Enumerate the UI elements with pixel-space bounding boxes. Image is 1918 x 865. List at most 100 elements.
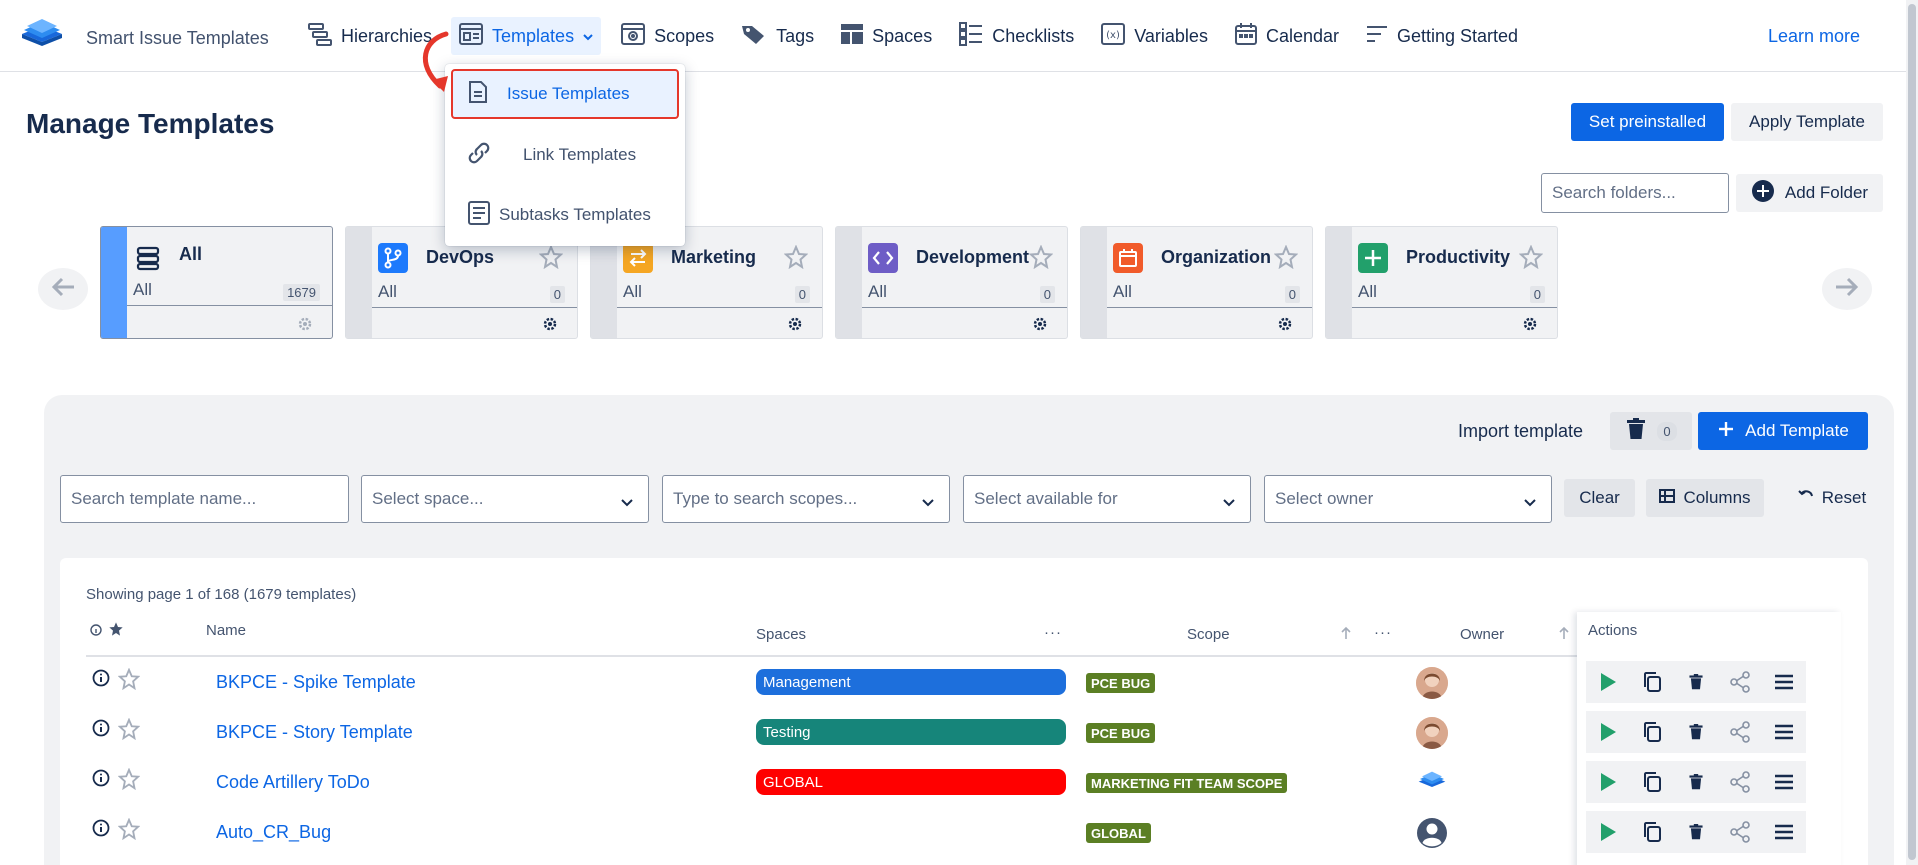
add-folder-label: Add Folder <box>1784 183 1869 202</box>
more-options-icon[interactable]: ··· <box>1374 624 1392 641</box>
copy-icon[interactable] <box>1630 711 1674 753</box>
star-icon[interactable] <box>1273 244 1299 274</box>
copy-icon[interactable] <box>1630 761 1674 803</box>
clear-filters-button[interactable]: Clear <box>1564 479 1635 517</box>
nav-variables[interactable]: (x) Variables <box>1093 17 1215 55</box>
import-template-link[interactable]: Import template <box>1458 421 1583 442</box>
page-scrollbar[interactable] <box>1906 0 1918 865</box>
scrollbar-thumb[interactable] <box>1908 4 1916 860</box>
nav-scopes[interactable]: Scopes <box>613 17 721 55</box>
chevron-down-icon <box>1523 493 1537 513</box>
menu-icon[interactable] <box>1762 811 1806 853</box>
nav-calendar[interactable]: Calendar <box>1227 17 1346 55</box>
nav-checklists[interactable]: Checklists <box>951 17 1081 55</box>
trash-icon[interactable] <box>1674 711 1718 753</box>
gear-icon[interactable] <box>541 315 559 338</box>
set-preinstalled-button[interactable]: Set preinstalled <box>1571 103 1724 141</box>
trash-icon[interactable] <box>1674 661 1718 703</box>
more-options-icon[interactable]: ··· <box>1044 624 1062 641</box>
add-template-button[interactable]: Add Template <box>1698 412 1868 450</box>
scopes-search-select[interactable]: Type to search scopes... <box>662 475 950 523</box>
add-folder-button[interactable]: Add Folder <box>1736 174 1883 212</box>
table-row[interactable]: BKPCE - Spike Template Management PCE BU… <box>86 657 1841 707</box>
trash-icon[interactable] <box>1674 811 1718 853</box>
template-name-link[interactable]: BKPCE - Spike Template <box>216 672 416 693</box>
star-icon[interactable] <box>1028 244 1054 274</box>
play-icon[interactable] <box>1586 711 1630 753</box>
reset-button[interactable]: Reset <box>1776 479 1888 517</box>
template-name-link[interactable]: Code Artillery ToDo <box>216 772 370 793</box>
info-icon[interactable] <box>92 669 110 692</box>
table-row[interactable]: Code Artillery ToDo GLOBAL MARKETING FIT… <box>86 757 1841 807</box>
nav-spaces[interactable]: Spaces <box>833 17 939 55</box>
sort-arrow-icon[interactable] <box>1558 626 1570 644</box>
learn-more-link[interactable]: Learn more <box>1768 26 1860 47</box>
info-icon[interactable] <box>92 769 110 792</box>
search-template-name-input[interactable]: Search template name... <box>60 475 349 523</box>
share-icon[interactable] <box>1718 711 1762 753</box>
copy-icon[interactable] <box>1630 661 1674 703</box>
reset-label: Reset <box>1821 488 1867 507</box>
star-icon[interactable] <box>1518 244 1544 274</box>
play-icon[interactable] <box>1586 811 1630 853</box>
info-icon[interactable] <box>92 719 110 742</box>
owner-select[interactable]: Select owner <box>1264 475 1552 523</box>
menu-icon[interactable] <box>1762 761 1806 803</box>
star-icon[interactable] <box>117 667 141 695</box>
star-icon[interactable] <box>783 244 809 274</box>
available-for-select[interactable]: Select available for <box>963 475 1251 523</box>
apply-template-button[interactable]: Apply Template <box>1731 103 1883 141</box>
star-icon[interactable] <box>117 717 141 745</box>
folder-card-all[interactable]: All All 1679 <box>100 226 333 339</box>
search-folders-input[interactable]: Search folders... <box>1541 173 1729 213</box>
menu-icon[interactable] <box>1762 661 1806 703</box>
folder-count: 0 <box>1529 286 1545 303</box>
copy-icon[interactable] <box>1630 811 1674 853</box>
info-icon[interactable] <box>92 819 110 842</box>
scope-badge: GLOBAL <box>1086 823 1151 843</box>
nav-templates[interactable]: Templates <box>451 17 602 55</box>
menu-item-subtasks-templates[interactable]: Subtasks Templates <box>453 192 677 238</box>
gear-icon[interactable] <box>296 315 314 338</box>
share-icon[interactable] <box>1718 811 1762 853</box>
menu-item-link-templates[interactable]: Link Templates <box>453 132 677 178</box>
folder-card-organization[interactable]: Organization All 0 <box>1080 226 1313 339</box>
menu-icon[interactable] <box>1762 711 1806 753</box>
table-row[interactable]: Auto_CR_Bug GLOBAL <box>86 807 1841 857</box>
folder-card-development[interactable]: Development All 0 <box>835 226 1068 339</box>
spaces-icon <box>840 22 864 51</box>
play-icon[interactable] <box>1586 661 1630 703</box>
top-navigation: Smart Issue Templates Hierarchies Templa… <box>0 0 1918 72</box>
space-select[interactable]: Select space... <box>361 475 649 523</box>
trash-button[interactable]: 0 <box>1610 412 1692 450</box>
nav-tags[interactable]: Tags <box>733 17 821 55</box>
template-name-link[interactable]: Auto_CR_Bug <box>216 822 331 843</box>
columns-button[interactable]: Columns <box>1646 479 1764 517</box>
star-icon[interactable] <box>538 244 564 274</box>
trash-icon[interactable] <box>1674 761 1718 803</box>
scope-column-header[interactable]: Scope <box>1187 626 1230 643</box>
folder-card-productivity[interactable]: Productivity All 0 <box>1325 226 1558 339</box>
table-row[interactable]: BKPCE - Story Template Testing PCE BUG <box>86 707 1841 757</box>
share-icon[interactable] <box>1718 661 1762 703</box>
star-icon[interactable] <box>117 767 141 795</box>
spaces-column-header[interactable]: Spaces <box>756 626 806 643</box>
owner-column-header[interactable]: Owner <box>1460 626 1504 643</box>
carousel-prev-button[interactable] <box>38 268 88 310</box>
gear-icon[interactable] <box>1521 315 1539 338</box>
template-name-link[interactable]: BKPCE - Story Template <box>216 722 413 743</box>
star-icon[interactable] <box>117 817 141 845</box>
star-header-icon[interactable] <box>108 621 124 641</box>
menu-item-issue-templates[interactable]: Issue Templates <box>451 69 679 119</box>
gear-icon[interactable] <box>786 315 804 338</box>
nav-getting-started[interactable]: Getting Started <box>1358 17 1525 55</box>
pagination-summary: Showing page 1 of 168 (1679 templates) <box>86 586 357 603</box>
brand[interactable]: Smart Issue Templates <box>20 18 269 59</box>
gear-icon[interactable] <box>1276 315 1294 338</box>
carousel-next-button[interactable] <box>1822 268 1872 310</box>
sort-arrow-icon[interactable] <box>1340 626 1352 644</box>
share-icon[interactable] <box>1718 761 1762 803</box>
name-column-header[interactable]: Name <box>206 622 246 639</box>
play-icon[interactable] <box>1586 761 1630 803</box>
gear-icon[interactable] <box>1031 315 1049 338</box>
